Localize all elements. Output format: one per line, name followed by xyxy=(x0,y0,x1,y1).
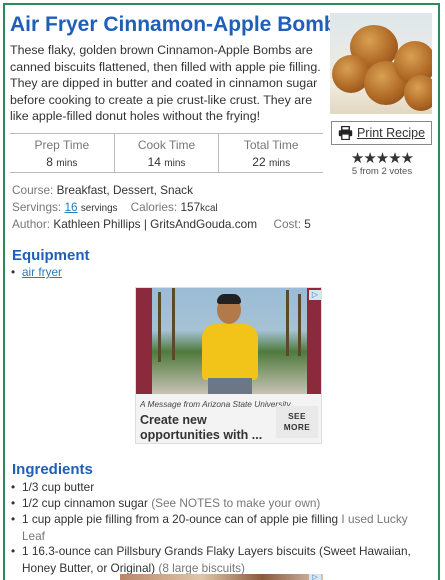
ingredient-item: 1 cup apple pie filling from a 20-ounce … xyxy=(11,511,432,544)
print-recipe-label: Print Recipe xyxy=(356,126,426,140)
equipment-link-air-fryer[interactable]: air fryer xyxy=(22,265,62,279)
cook-time: Cook Time 14 mins xyxy=(115,134,220,172)
star-rating[interactable]: ★★★★★ xyxy=(332,149,432,167)
ad-see-more-button[interactable]: SEE MORE xyxy=(276,406,318,438)
total-time: Total Time 22 mins xyxy=(243,138,299,169)
recipe-course: Course: Breakfast, Dessert, Snack xyxy=(12,183,193,197)
ingredients-heading: Ingredients xyxy=(12,461,93,478)
servings-adjust-link[interactable]: 16 xyxy=(64,200,77,214)
rating-votes: 5 from 2 votes xyxy=(351,166,413,177)
recipe-summary: These flaky, golden brown Cinnamon-Apple… xyxy=(10,43,321,124)
print-recipe-button[interactable]: Print Recipe xyxy=(331,121,432,145)
ingredient-item: 1/2 cup cinnamon sugar (See NOTES to mak… xyxy=(11,495,432,512)
star-rating-icon: ★★★★★ xyxy=(350,150,414,167)
recipe-photo[interactable] xyxy=(330,13,432,114)
equipment-item: air fryer xyxy=(11,264,62,281)
ingredient-item: 1 16.3-ounce can Pillsbury Grands Flaky … xyxy=(11,543,432,576)
ad-sponsor-text: A Message from Arizona State University xyxy=(140,399,291,409)
ad-choices-icon[interactable]: ▷ xyxy=(309,290,321,300)
prep-time: Prep Time 8 mins xyxy=(10,134,115,172)
ad-headline[interactable]: Create new opportunities with ... xyxy=(140,413,270,442)
ad-image[interactable]: ▷ xyxy=(136,288,321,394)
advertisement-2[interactable] xyxy=(120,574,323,580)
ingredient-item: 1/3 cup butter xyxy=(11,479,432,496)
advertisement[interactable]: ▷ A Message from Arizona State Universit… xyxy=(135,287,322,444)
recipe-times: Prep Time 8 mins Cook Time 14 mins Total… xyxy=(10,133,323,173)
recipe-author-cost: Author: Kathleen Phillips | GritsAndGoud… xyxy=(12,217,311,231)
equipment-heading: Equipment xyxy=(12,247,90,264)
recipe-title: Air Fryer Cinnamon-Apple Bombs xyxy=(10,13,349,36)
ad-choices-icon[interactable]: ▷ xyxy=(309,574,321,580)
recipe-servings-calories: Servings: 16 servings Calories: 157kcal xyxy=(12,200,218,214)
printer-icon xyxy=(338,126,353,140)
